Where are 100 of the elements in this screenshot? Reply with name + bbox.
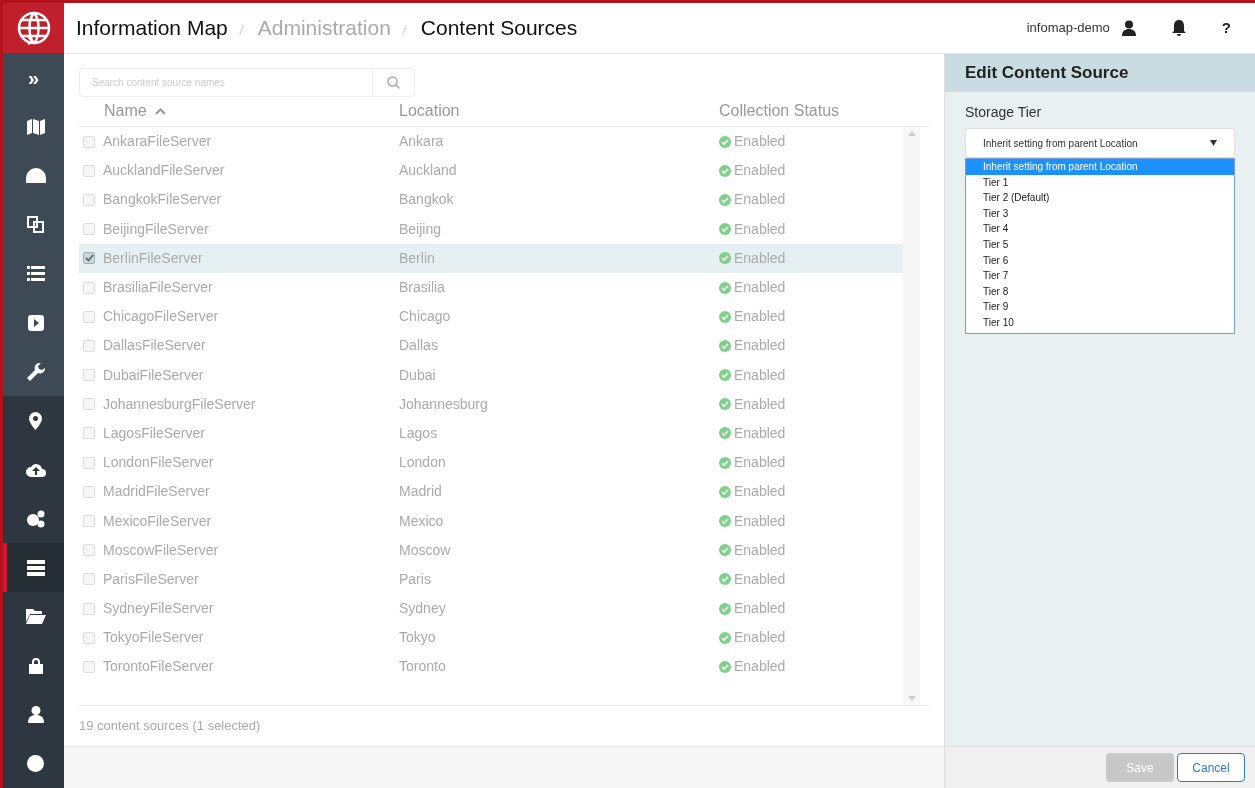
- user-icon: [27, 706, 44, 723]
- checkbox[interactable]: [83, 427, 95, 440]
- table-row[interactable]: BeijingFileServer Beijing Enabled: [79, 214, 903, 244]
- checkbox[interactable]: [83, 223, 95, 236]
- check-circle-icon: [719, 485, 731, 498]
- checkbox[interactable]: [83, 398, 95, 411]
- table-row[interactable]: BangkokFileServer Bangkok Enabled: [79, 185, 903, 215]
- table-cell-text: AucklandFileServer: [103, 161, 225, 181]
- checkbox[interactable]: [83, 281, 95, 294]
- checkbox[interactable]: [83, 544, 95, 557]
- scrollbar[interactable]: [903, 127, 920, 705]
- status-text: Enabled: [734, 336, 786, 356]
- checkbox[interactable]: [83, 485, 95, 498]
- table-row[interactable]: ChicagoFileServer Chicago Enabled: [79, 302, 903, 332]
- table-cell-text: AnkaraFileServer: [103, 132, 212, 152]
- dropdown-option[interactable]: Tier 8: [966, 283, 1234, 300]
- check-circle-icon: [719, 573, 731, 586]
- dropdown-option[interactable]: Tier 1: [966, 174, 1234, 191]
- checkbox[interactable]: [83, 602, 95, 615]
- list-icon: [26, 266, 45, 281]
- status-text: Enabled: [734, 423, 786, 443]
- dropdown-option[interactable]: Tier 5: [966, 236, 1234, 253]
- table-row[interactable]: MexicoFileServer Mexico Enabled: [79, 506, 903, 536]
- lock-icon: [28, 657, 43, 674]
- status-text: Enabled: [734, 365, 786, 385]
- checkbox[interactable]: [83, 456, 95, 469]
- table-row[interactable]: BrasiliaFileServer Brasilia Enabled: [79, 272, 903, 303]
- table-row[interactable]: DallasFileServer Dallas Enabled: [79, 331, 903, 361]
- status-text: Enabled: [734, 161, 786, 181]
- table-row[interactable]: DubaiFileServer Dubai Enabled: [79, 360, 903, 390]
- column-header[interactable]: Name: [79, 99, 399, 123]
- cancel-button[interactable]: Cancel: [1177, 753, 1245, 782]
- checkbox[interactable]: [83, 631, 95, 644]
- table-cell-text: LondonFileServer: [103, 453, 214, 473]
- scroll-up-icon[interactable]: [907, 131, 916, 136]
- dropdown-option[interactable]: Tier 2 (Default): [966, 190, 1234, 206]
- table-cell-text: Sydney: [399, 599, 447, 619]
- expand-button[interactable]: »: [3, 53, 64, 102]
- check-circle-icon: [719, 544, 731, 557]
- table-row[interactable]: TokyoFileServer Tokyo Enabled: [79, 623, 903, 653]
- breadcrumb-link[interactable]: Information Map: [76, 12, 228, 44]
- table-cell-text: SydneyFileServer: [103, 599, 214, 619]
- status-text: Enabled: [734, 569, 786, 589]
- status-text: Enabled: [734, 248, 786, 268]
- search-icon: [387, 76, 400, 89]
- table-row[interactable]: MoscowFileServer Moscow Enabled: [79, 535, 903, 565]
- bell-icon[interactable]: [1171, 20, 1186, 36]
- table-row[interactable]: MadridFileServer Madrid Enabled: [79, 477, 903, 507]
- search-button[interactable]: [373, 68, 415, 97]
- table-row[interactable]: AnkaraFileServer Ankara Enabled: [79, 127, 903, 157]
- storage-tier-dropdown[interactable]: Inherit setting from parent Location: [965, 128, 1235, 158]
- dropdown-option[interactable]: Tier 3: [966, 205, 1234, 222]
- table-row[interactable]: BerlinFileServer Berlin Enabled: [79, 243, 903, 273]
- check-circle-icon: [719, 398, 731, 411]
- column-header[interactable]: Location: [399, 99, 719, 123]
- dropdown-option[interactable]: Inherit setting from parent Location: [966, 159, 1234, 175]
- table-row[interactable]: JohannesburgFileServer Johannesburg Enabled: [79, 389, 903, 419]
- table-cell-text: TorontoFileServer: [103, 657, 214, 677]
- table-row[interactable]: LondonFileServer London Enabled: [79, 448, 903, 478]
- panel-title: Edit Content Source: [965, 62, 1129, 85]
- checkbox[interactable]: [83, 164, 95, 177]
- checkbox[interactable]: [83, 573, 95, 586]
- table-row[interactable]: AucklandFileServer Auckland Enabled: [79, 156, 903, 186]
- table-row[interactable]: ParisFileServer Paris Enabled: [79, 564, 903, 594]
- table-row[interactable]: LagosFileServer Lagos Enabled: [79, 418, 903, 449]
- check-circle-icon: [719, 281, 731, 294]
- table-cell-text: DallasFileServer: [103, 336, 206, 356]
- dropdown-option[interactable]: Tier 4: [966, 221, 1234, 237]
- sort-caret-icon: [154, 107, 166, 115]
- table-cell-text: ParisFileServer: [103, 569, 199, 589]
- user-icon[interactable]: [1121, 20, 1136, 36]
- username[interactable]: infomap-demo: [1026, 18, 1110, 38]
- table-cell-text: BerlinFileServer: [103, 248, 203, 268]
- checkbox[interactable]: [83, 310, 95, 323]
- dropdown-option[interactable]: Tier 9: [966, 299, 1234, 315]
- dropdown-option[interactable]: Tier 7: [966, 268, 1234, 284]
- breadcrumb-link[interactable]: Administration: [257, 12, 391, 44]
- checkbox[interactable]: [83, 515, 95, 528]
- column-header[interactable]: Collection Status: [719, 99, 929, 123]
- checkbox[interactable]: [83, 193, 95, 206]
- dropdown-option[interactable]: Tier 6: [966, 252, 1234, 269]
- table-cell-text: MadridFileServer: [103, 482, 210, 502]
- status-text: Enabled: [734, 307, 786, 327]
- checkbox[interactable]: [83, 135, 95, 148]
- checkbox[interactable]: [83, 660, 95, 673]
- checkbox[interactable]: [83, 339, 95, 352]
- check-circle-icon: [719, 164, 731, 177]
- scroll-down-icon[interactable]: [907, 696, 916, 701]
- table-cell-text: Ankara: [399, 132, 445, 152]
- table-row[interactable]: TorontoFileServer Toronto Enabled: [79, 652, 903, 682]
- table-cell-text: Auckland: [399, 161, 458, 181]
- checkbox[interactable]: [83, 252, 95, 265]
- dropdown-option[interactable]: Tier 10: [966, 314, 1234, 331]
- sidebar-item[interactable]: [3, 543, 64, 592]
- status-text: Enabled: [734, 657, 786, 677]
- table-row[interactable]: SydneyFileServer Sydney Enabled: [79, 594, 903, 624]
- table-cell-text: Brasilia: [399, 278, 446, 298]
- checkbox[interactable]: [83, 369, 95, 382]
- status-text: Enabled: [734, 511, 786, 531]
- help-link[interactable]: ?: [1221, 16, 1231, 40]
